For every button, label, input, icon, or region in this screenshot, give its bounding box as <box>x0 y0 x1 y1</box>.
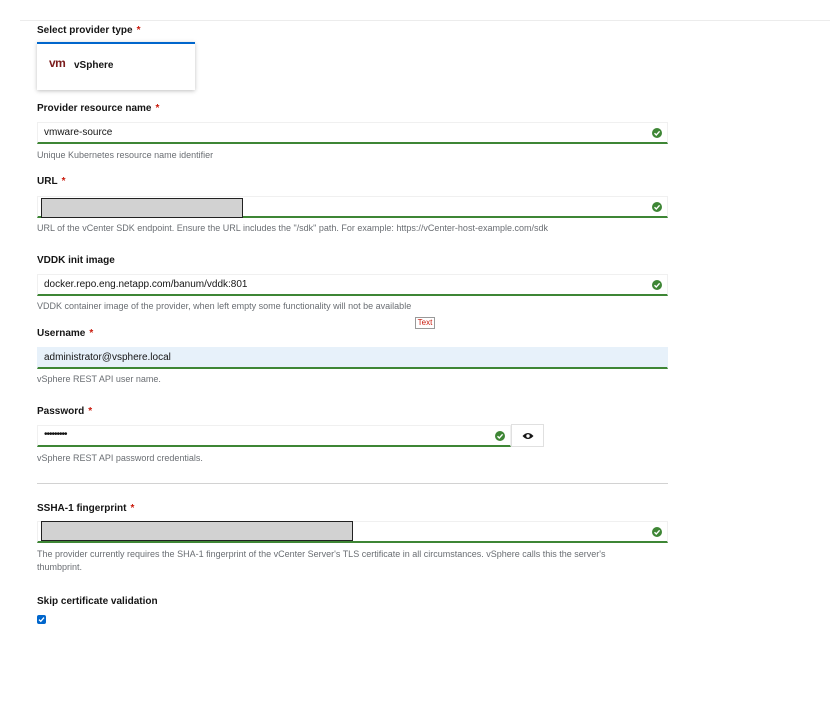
fingerprint-input[interactable] <box>37 521 668 543</box>
skip-cert-label-text: Skip certificate validation <box>37 596 158 607</box>
username-label: Username * <box>37 328 93 339</box>
url-redacted-block <box>41 198 243 218</box>
required-marker: * <box>89 328 94 339</box>
required-marker: * <box>130 503 135 514</box>
vddk-image-input[interactable]: docker.repo.eng.netapp.com/banum/vddk:80… <box>37 274 668 296</box>
vddk-helper: VDDK container image of the provider, wh… <box>37 301 412 311</box>
provider-type-label: Select provider type * <box>37 25 141 36</box>
username-value: administrator@vsphere.local <box>44 352 171 363</box>
resource-name-label-text: Provider resource name <box>37 103 152 114</box>
provider-tile-name: vSphere <box>74 60 114 71</box>
eye-icon <box>522 433 534 439</box>
url-label-text: URL <box>37 176 58 187</box>
url-input[interactable] <box>37 196 668 218</box>
password-label-text: Password <box>37 406 85 417</box>
check-circle-icon <box>495 431 505 441</box>
section-divider <box>37 483 668 484</box>
vddk-label-text: VDDK init image <box>37 255 115 266</box>
fingerprint-helper: The provider currently requires the SHA-… <box>37 549 606 572</box>
toggle-password-visibility-button[interactable] <box>511 424 544 447</box>
skip-cert-checkbox[interactable] <box>37 615 46 624</box>
fingerprint-redacted-block <box>41 521 353 541</box>
check-circle-icon <box>652 128 662 138</box>
resource-name-helper: Unique Kubernetes resource name identifi… <box>37 150 214 160</box>
check-circle-icon <box>652 527 662 537</box>
username-input[interactable]: administrator@vsphere.local <box>37 347 668 369</box>
username-label-text: Username <box>37 328 86 339</box>
required-marker: * <box>155 103 160 114</box>
vddk-value: docker.repo.eng.netapp.com/banum/vddk:80… <box>44 279 248 290</box>
password-helper: vSphere REST API password credentials. <box>37 453 203 463</box>
fingerprint-label-text: SSHA-1 fingerprint <box>37 503 127 514</box>
check-icon <box>38 617 45 623</box>
required-marker: * <box>61 176 66 187</box>
password-input[interactable]: ••••••••• <box>37 425 511 447</box>
url-label: URL * <box>37 176 65 187</box>
top-divider <box>20 20 830 21</box>
password-label: Password * <box>37 406 92 417</box>
password-value: ••••••••• <box>44 429 67 440</box>
username-helper: vSphere REST API user name. <box>37 374 161 384</box>
required-marker: * <box>136 25 141 36</box>
provider-type-label-text: Select provider type <box>37 25 133 36</box>
required-marker: * <box>88 406 93 417</box>
vmware-logo-icon: vm <box>49 56 66 70</box>
resource-name-label: Provider resource name * <box>37 103 159 114</box>
url-helper: URL of the vCenter SDK endpoint. Ensure … <box>37 223 548 233</box>
resource-name-input[interactable]: vmware-source <box>37 122 668 144</box>
check-circle-icon <box>652 202 662 212</box>
provider-tile-vsphere[interactable]: vm vSphere <box>37 42 195 90</box>
fingerprint-label: SSHA-1 fingerprint * <box>37 503 134 514</box>
resource-name-value: vmware-source <box>44 127 113 138</box>
check-circle-icon <box>652 280 662 290</box>
text-annotation-box: Text <box>415 317 435 329</box>
vddk-label: VDDK init image <box>37 255 115 266</box>
skip-cert-label: Skip certificate validation <box>37 596 158 607</box>
